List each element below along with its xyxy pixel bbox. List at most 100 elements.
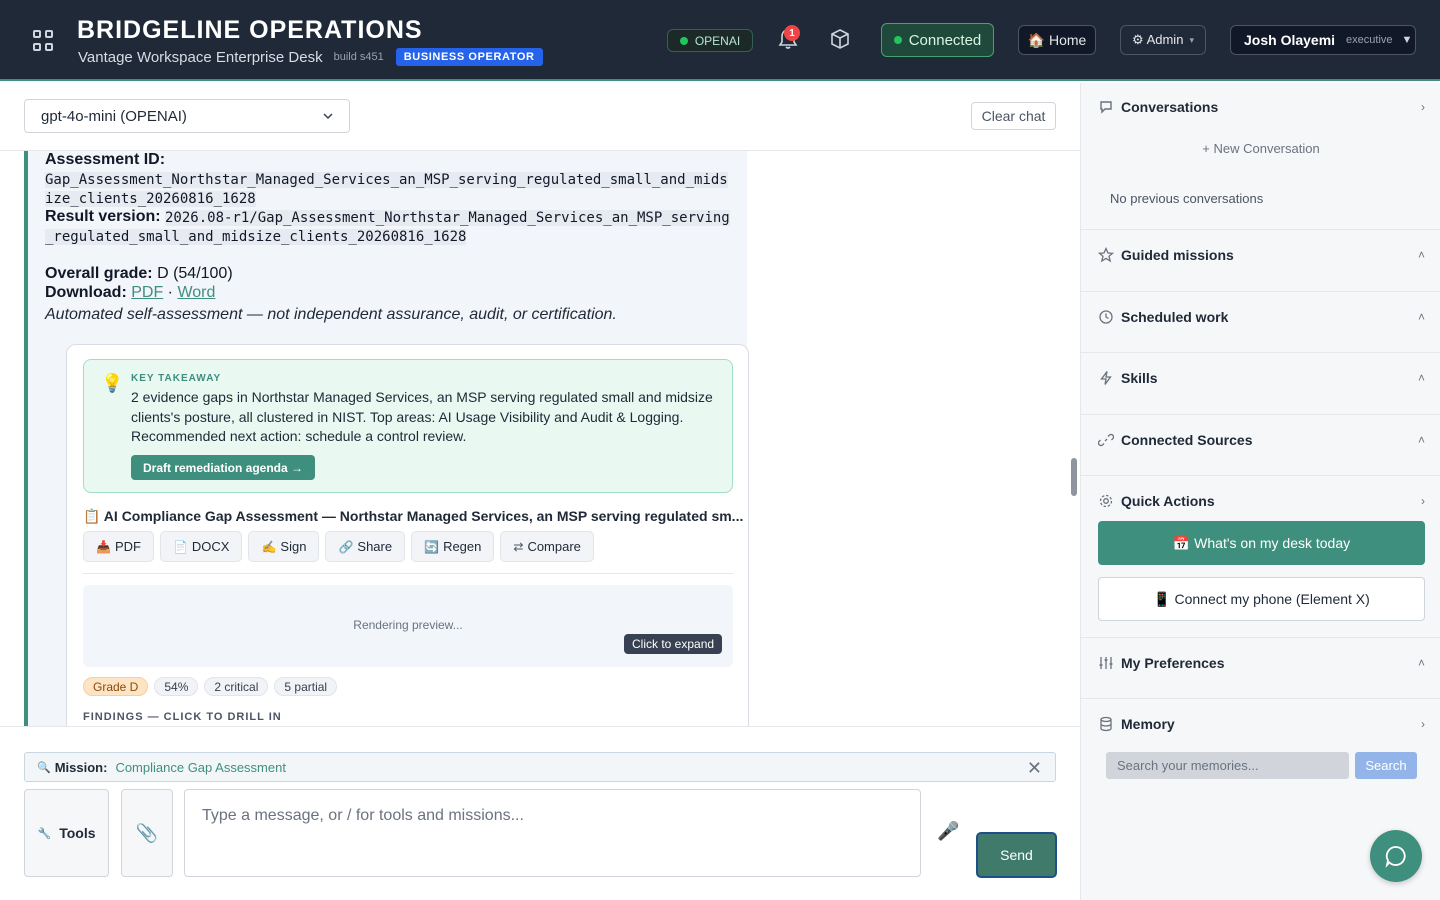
regen-button[interactable]: 🔄 Regen: [411, 531, 495, 562]
scheduled-work-header[interactable]: Scheduled work ˄: [1081, 302, 1440, 332]
skills-title: Skills: [1121, 370, 1158, 386]
user-role: executive: [1346, 34, 1393, 46]
memory-search-input[interactable]: [1106, 752, 1349, 779]
share-button[interactable]: 🔗 Share: [325, 531, 406, 562]
chat-assistant-button[interactable]: [1370, 830, 1422, 882]
preferences-header[interactable]: My Preferences ˄: [1081, 648, 1440, 678]
pdf-button[interactable]: 📥 PDF: [83, 531, 154, 562]
build-label: build s451: [333, 51, 384, 63]
admin-menu-button[interactable]: ⚙ Admin ▾: [1120, 25, 1206, 55]
preview-status: Rendering preview...: [353, 618, 463, 632]
tools-button[interactable]: 🔧 Tools: [24, 789, 109, 877]
key-takeaway-label: KEY TAKEAWAY: [131, 373, 222, 384]
chat-toolbar: gpt-4o-mini (OPENAI) Clear chat: [0, 83, 1080, 151]
memory-search-button[interactable]: Search: [1355, 752, 1417, 779]
download-icon: 📥: [96, 539, 111, 554]
composer: 🔍 Mission: Compliance Gap Assessment ✕ 🔧…: [0, 726, 1080, 900]
grade-chip: Grade D: [83, 677, 149, 696]
assessment-id-label: Assessment ID:: [45, 151, 166, 168]
connection-label: Connected: [908, 31, 982, 49]
app-grid-icon[interactable]: [33, 30, 55, 52]
conversations-title: Conversations: [1121, 99, 1219, 115]
draft-remediation-button[interactable]: Draft remediation agenda →: [131, 455, 315, 480]
sign-button[interactable]: ✍ Sign: [248, 531, 320, 562]
model-selected-value: gpt-4o-mini (OPENAI): [41, 107, 187, 125]
chevron-right-icon: ›: [1421, 494, 1425, 508]
close-icon[interactable]: ✕: [1027, 758, 1042, 779]
link-icon: 🔗: [338, 539, 354, 554]
lightbulb-icon: 💡: [101, 373, 124, 393]
user-menu-button[interactable]: Josh Olayemi executive ▼: [1230, 25, 1416, 55]
download-separator: ·: [167, 284, 173, 301]
user-name: Josh Olayemi: [1244, 32, 1336, 48]
chevron-down-icon: ▼: [1401, 34, 1413, 46]
paperclip-icon[interactable]: 📎: [121, 789, 173, 877]
connected-dot-icon: [893, 36, 902, 44]
preferences-section: My Preferences ˄: [1081, 638, 1440, 699]
conversations-header[interactable]: Conversations ›: [1081, 92, 1440, 122]
chevron-right-icon: ›: [1421, 717, 1425, 731]
brand-subtitle: Vantage Workspace Enterprise Desk: [78, 48, 323, 66]
status-dot-icon: [679, 36, 688, 45]
findings-heading: FINDINGS — CLICK TO DRILL IN: [83, 711, 282, 723]
connected-sources-header[interactable]: Connected Sources ˄: [1081, 425, 1440, 455]
scheduled-work-section: Scheduled work ˄: [1081, 292, 1440, 353]
wrench-icon: 🔧: [37, 827, 52, 840]
pen-icon: ✍: [261, 539, 277, 554]
critical-chip: 2 critical: [204, 677, 269, 696]
chat-messages[interactable]: Assessment ID: Gap_Assessment_Northstar_…: [0, 151, 1080, 726]
connected-sources-section: Connected Sources ˄: [1081, 415, 1440, 476]
chevron-down-icon: [323, 113, 333, 119]
no-conversations-text: No previous conversations: [1110, 191, 1264, 206]
memory-header[interactable]: Memory ›: [1081, 709, 1440, 739]
scheduled-work-title: Scheduled work: [1121, 309, 1229, 325]
grade-value: D (54/100): [157, 265, 233, 282]
clock-icon: [1099, 310, 1113, 324]
chevron-up-icon: ˄: [1417, 248, 1425, 262]
result-version-value: 2026.08-r1/Gap_Assessment_Northstar_Mana…: [45, 210, 730, 245]
search-icon: 🔍: [37, 761, 51, 774]
score-chip: 54%: [154, 677, 199, 696]
skills-section: Skills ˄: [1081, 353, 1440, 415]
admin-label: ⚙ Admin: [1132, 32, 1184, 47]
partial-chip: 5 partial: [274, 677, 338, 696]
clear-chat-button[interactable]: Clear chat: [971, 102, 1056, 130]
chevron-up-icon: ˄: [1417, 433, 1425, 447]
link-icon: [1098, 433, 1114, 447]
database-icon: [1100, 716, 1112, 732]
provider-label: OPENAI: [694, 33, 741, 48]
model-select[interactable]: gpt-4o-mini (OPENAI): [24, 99, 350, 133]
docx-button[interactable]: 📄 DOCX: [159, 531, 243, 562]
assessment-card: 💡 KEY TAKEAWAY 2 evidence gaps in Norths…: [66, 344, 749, 726]
microphone-icon[interactable]: 🎤: [937, 821, 959, 842]
report-preview[interactable]: Rendering preview... Click to expand: [83, 585, 733, 667]
connect-phone-button[interactable]: 📱 Connect my phone (Element X): [1098, 577, 1425, 621]
quick-actions-header[interactable]: Quick Actions ›: [1081, 486, 1440, 516]
download-pdf-link[interactable]: PDF: [131, 284, 163, 301]
expand-tooltip: Click to expand: [624, 634, 723, 654]
message-input[interactable]: [184, 789, 921, 877]
download-word-link[interactable]: Word: [177, 284, 215, 301]
new-conversation-button[interactable]: + New Conversation: [1081, 141, 1440, 156]
compare-button[interactable]: ⇄ Compare: [500, 531, 594, 562]
send-button[interactable]: Send: [976, 832, 1057, 878]
grade-row: Overall grade: D (54/100): [45, 265, 233, 283]
grade-label: Overall grade:: [45, 265, 153, 282]
mission-bar: 🔍 Mission: Compliance Gap Assessment ✕: [24, 752, 1056, 782]
star-icon: [1098, 247, 1114, 263]
sliders-icon: [1099, 657, 1113, 669]
guided-missions-header[interactable]: Guided missions ˄: [1081, 240, 1440, 270]
skills-header[interactable]: Skills ˄: [1081, 363, 1440, 393]
guided-missions-title: Guided missions: [1121, 247, 1234, 263]
mission-label: Mission:: [54, 759, 108, 775]
home-button[interactable]: 🏠 Home: [1018, 25, 1096, 55]
divider: [83, 573, 733, 574]
chat-scrollbar[interactable]: [1071, 458, 1077, 496]
provider-status-pill[interactable]: OPENAI: [667, 29, 753, 52]
assessment-id-value: Gap_Assessment_Northstar_Managed_Service…: [45, 172, 728, 207]
cube-icon[interactable]: [829, 28, 851, 50]
chat-bubble-icon: [1385, 846, 1406, 868]
desk-today-button[interactable]: 📅 What's on my desk today: [1098, 521, 1425, 565]
connection-status-pill[interactable]: Connected: [881, 23, 994, 57]
tools-label: Tools: [59, 825, 96, 841]
